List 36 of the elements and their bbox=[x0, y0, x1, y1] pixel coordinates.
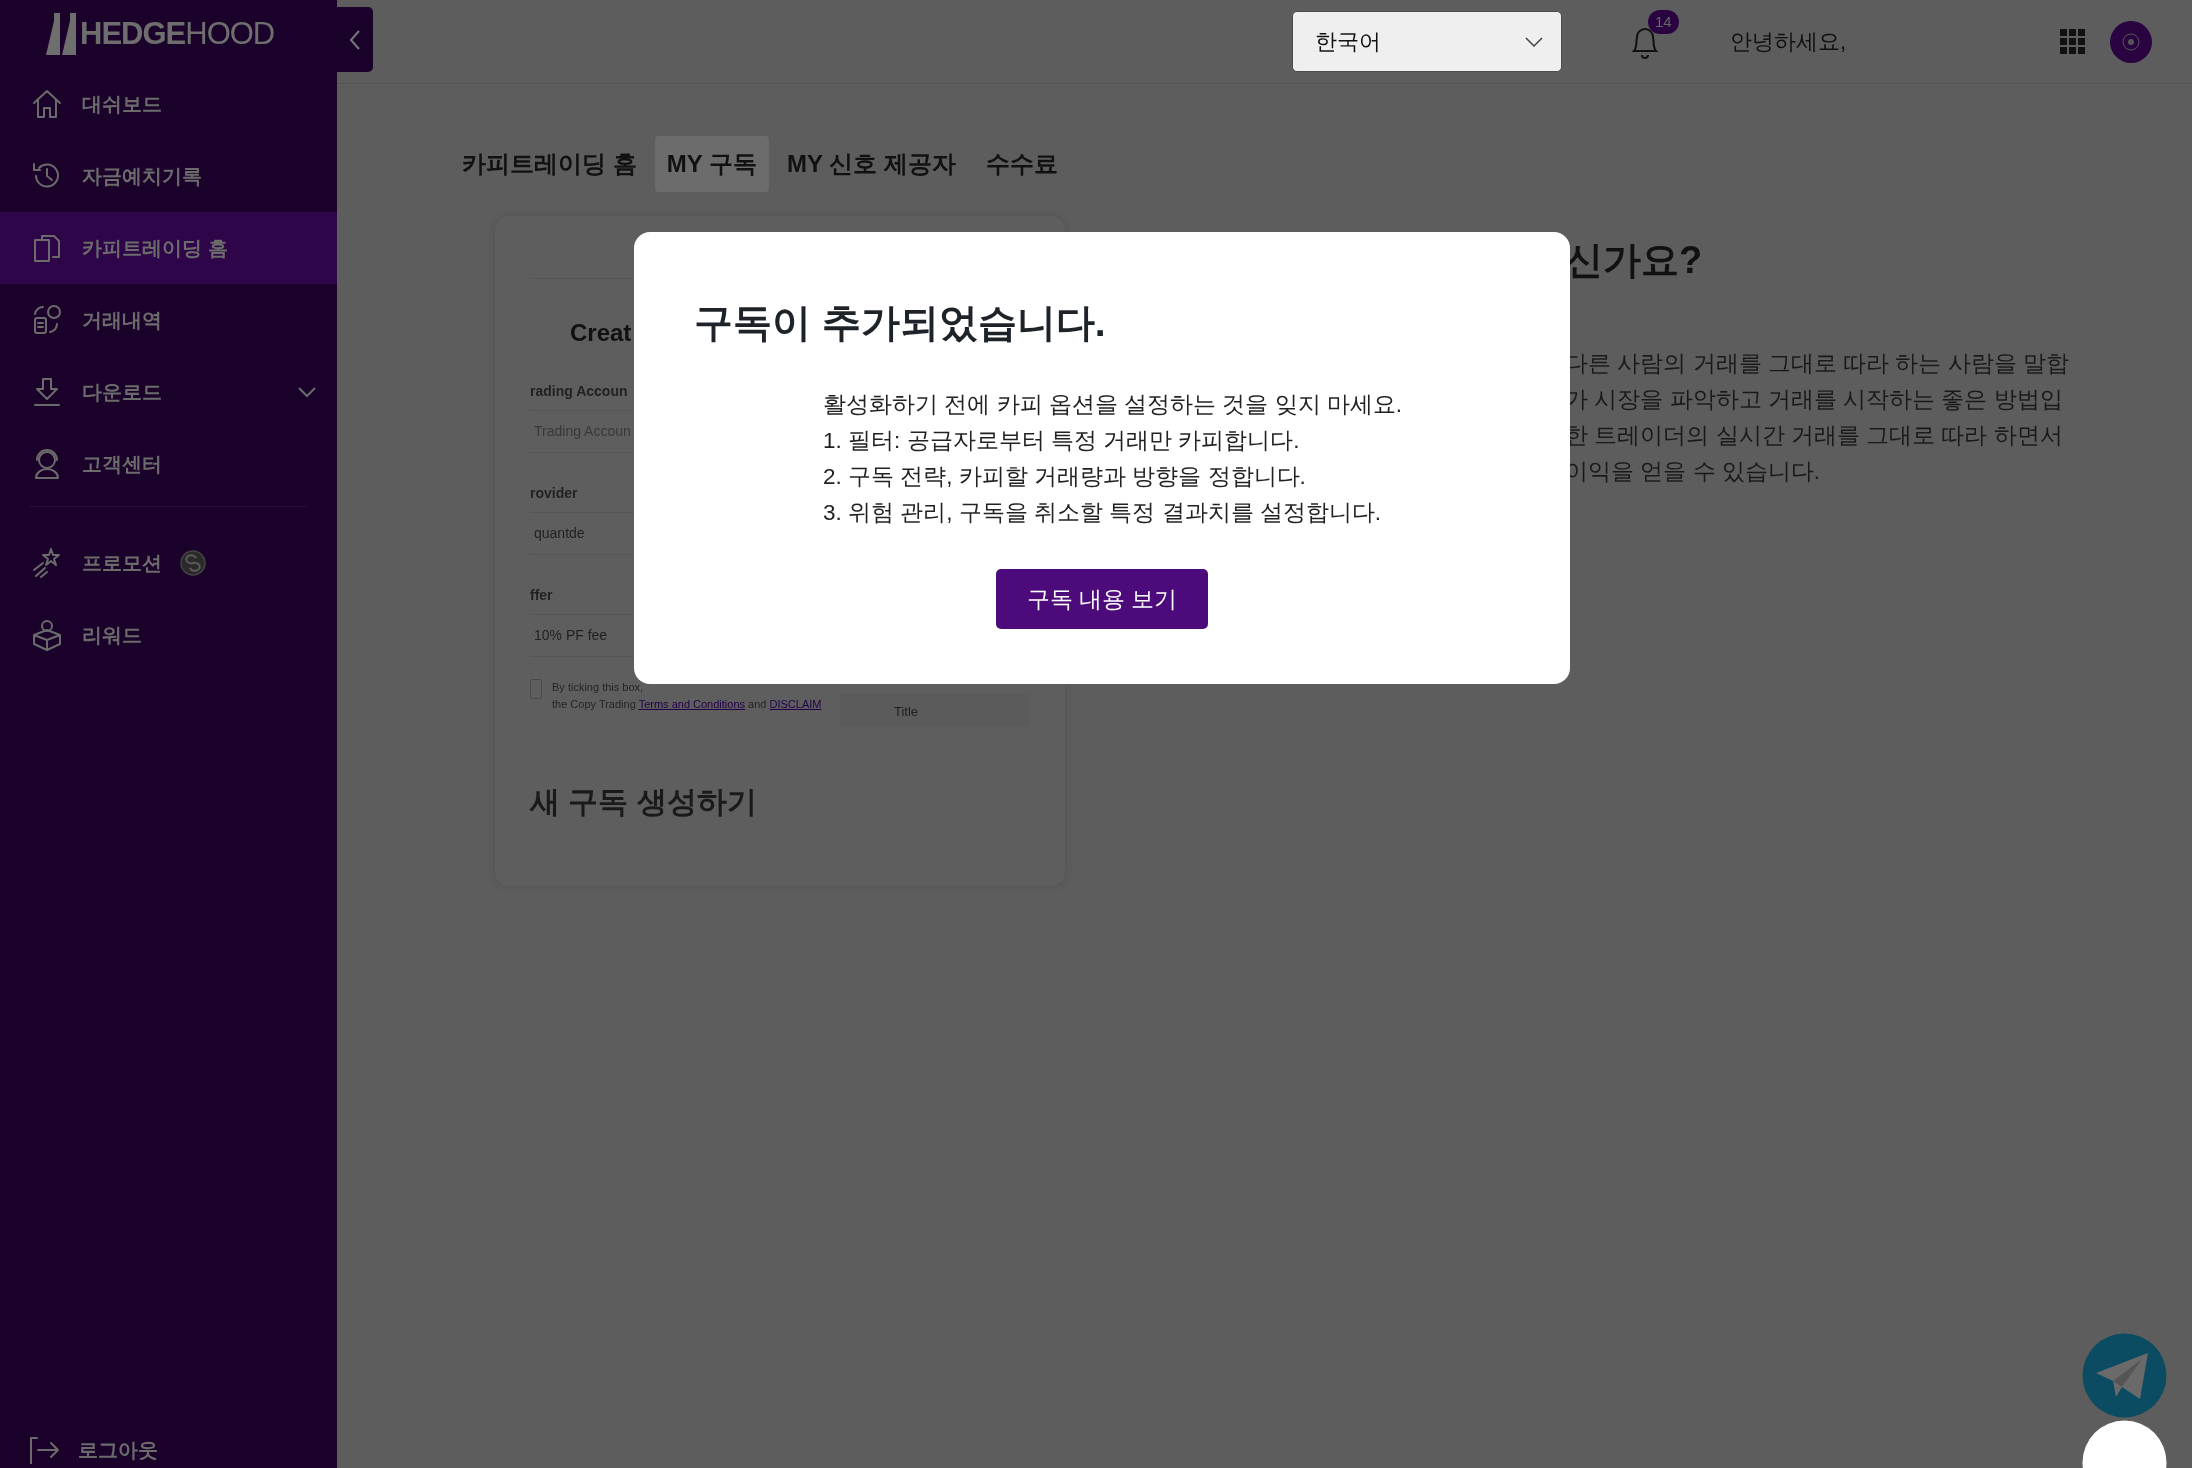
coin-icon bbox=[180, 550, 206, 576]
sidebar-item[interactable]: 카피트레이딩 홈 bbox=[0, 212, 337, 284]
form-title: Creat bbox=[570, 318, 632, 348]
chat-button[interactable] bbox=[2082, 1420, 2167, 1468]
tab[interactable]: MY 신호 제공자 bbox=[774, 136, 968, 192]
language-select[interactable]: 한국어 bbox=[1292, 11, 1562, 72]
apps-grid-icon[interactable] bbox=[2060, 28, 2086, 55]
conjunction-text: and bbox=[748, 697, 767, 710]
sidebar-item[interactable]: 리워드 bbox=[0, 599, 337, 671]
tab[interactable]: 카피트레이딩 홈 bbox=[450, 136, 649, 192]
avatar[interactable] bbox=[2110, 20, 2152, 63]
sidebar-item[interactable]: 프로모션 bbox=[0, 527, 337, 599]
logout-button[interactable]: 로그아웃 bbox=[0, 1432, 337, 1468]
chevron-down-icon bbox=[1525, 36, 1543, 47]
consent-text: By ticking this box, bbox=[552, 680, 645, 695]
collapse-button[interactable] bbox=[337, 7, 373, 72]
home-icon bbox=[30, 87, 64, 121]
chevron-left-icon bbox=[348, 28, 362, 51]
logo-icon bbox=[44, 13, 78, 55]
gift-box-icon bbox=[30, 618, 64, 652]
notification-badge: 14 bbox=[1648, 9, 1679, 34]
intro-heading: 신가요? bbox=[1565, 238, 1704, 283]
sidebar-item[interactable]: 대쉬보드 bbox=[0, 68, 337, 140]
logo-text: HEDGEHOOD bbox=[80, 14, 275, 53]
sidebar-item[interactable]: 다운로드 bbox=[0, 356, 337, 428]
modal-title: 구독이 추가되었습니다. bbox=[694, 300, 1107, 346]
chevron-icon bbox=[297, 386, 317, 398]
sidebar-item[interactable]: 자금예치기록 bbox=[0, 140, 337, 212]
card-heading: 새 구독 생성하기 bbox=[530, 784, 758, 820]
greeting-text: 안녕하세요, bbox=[1730, 28, 1847, 56]
tab[interactable]: MY 구독 bbox=[654, 136, 769, 192]
sidebar-item[interactable]: 고객센터 bbox=[0, 428, 337, 500]
tab[interactable]: 수수료 bbox=[973, 136, 1070, 192]
view-subscription-button[interactable]: 구독 내용 보기 bbox=[995, 568, 1209, 629]
modal-text-line: 1. 필터: 공급자로부터 특정 거래만 카피합니다. bbox=[823, 426, 1301, 455]
sidebar-item[interactable]: 거래내역 bbox=[0, 284, 337, 356]
